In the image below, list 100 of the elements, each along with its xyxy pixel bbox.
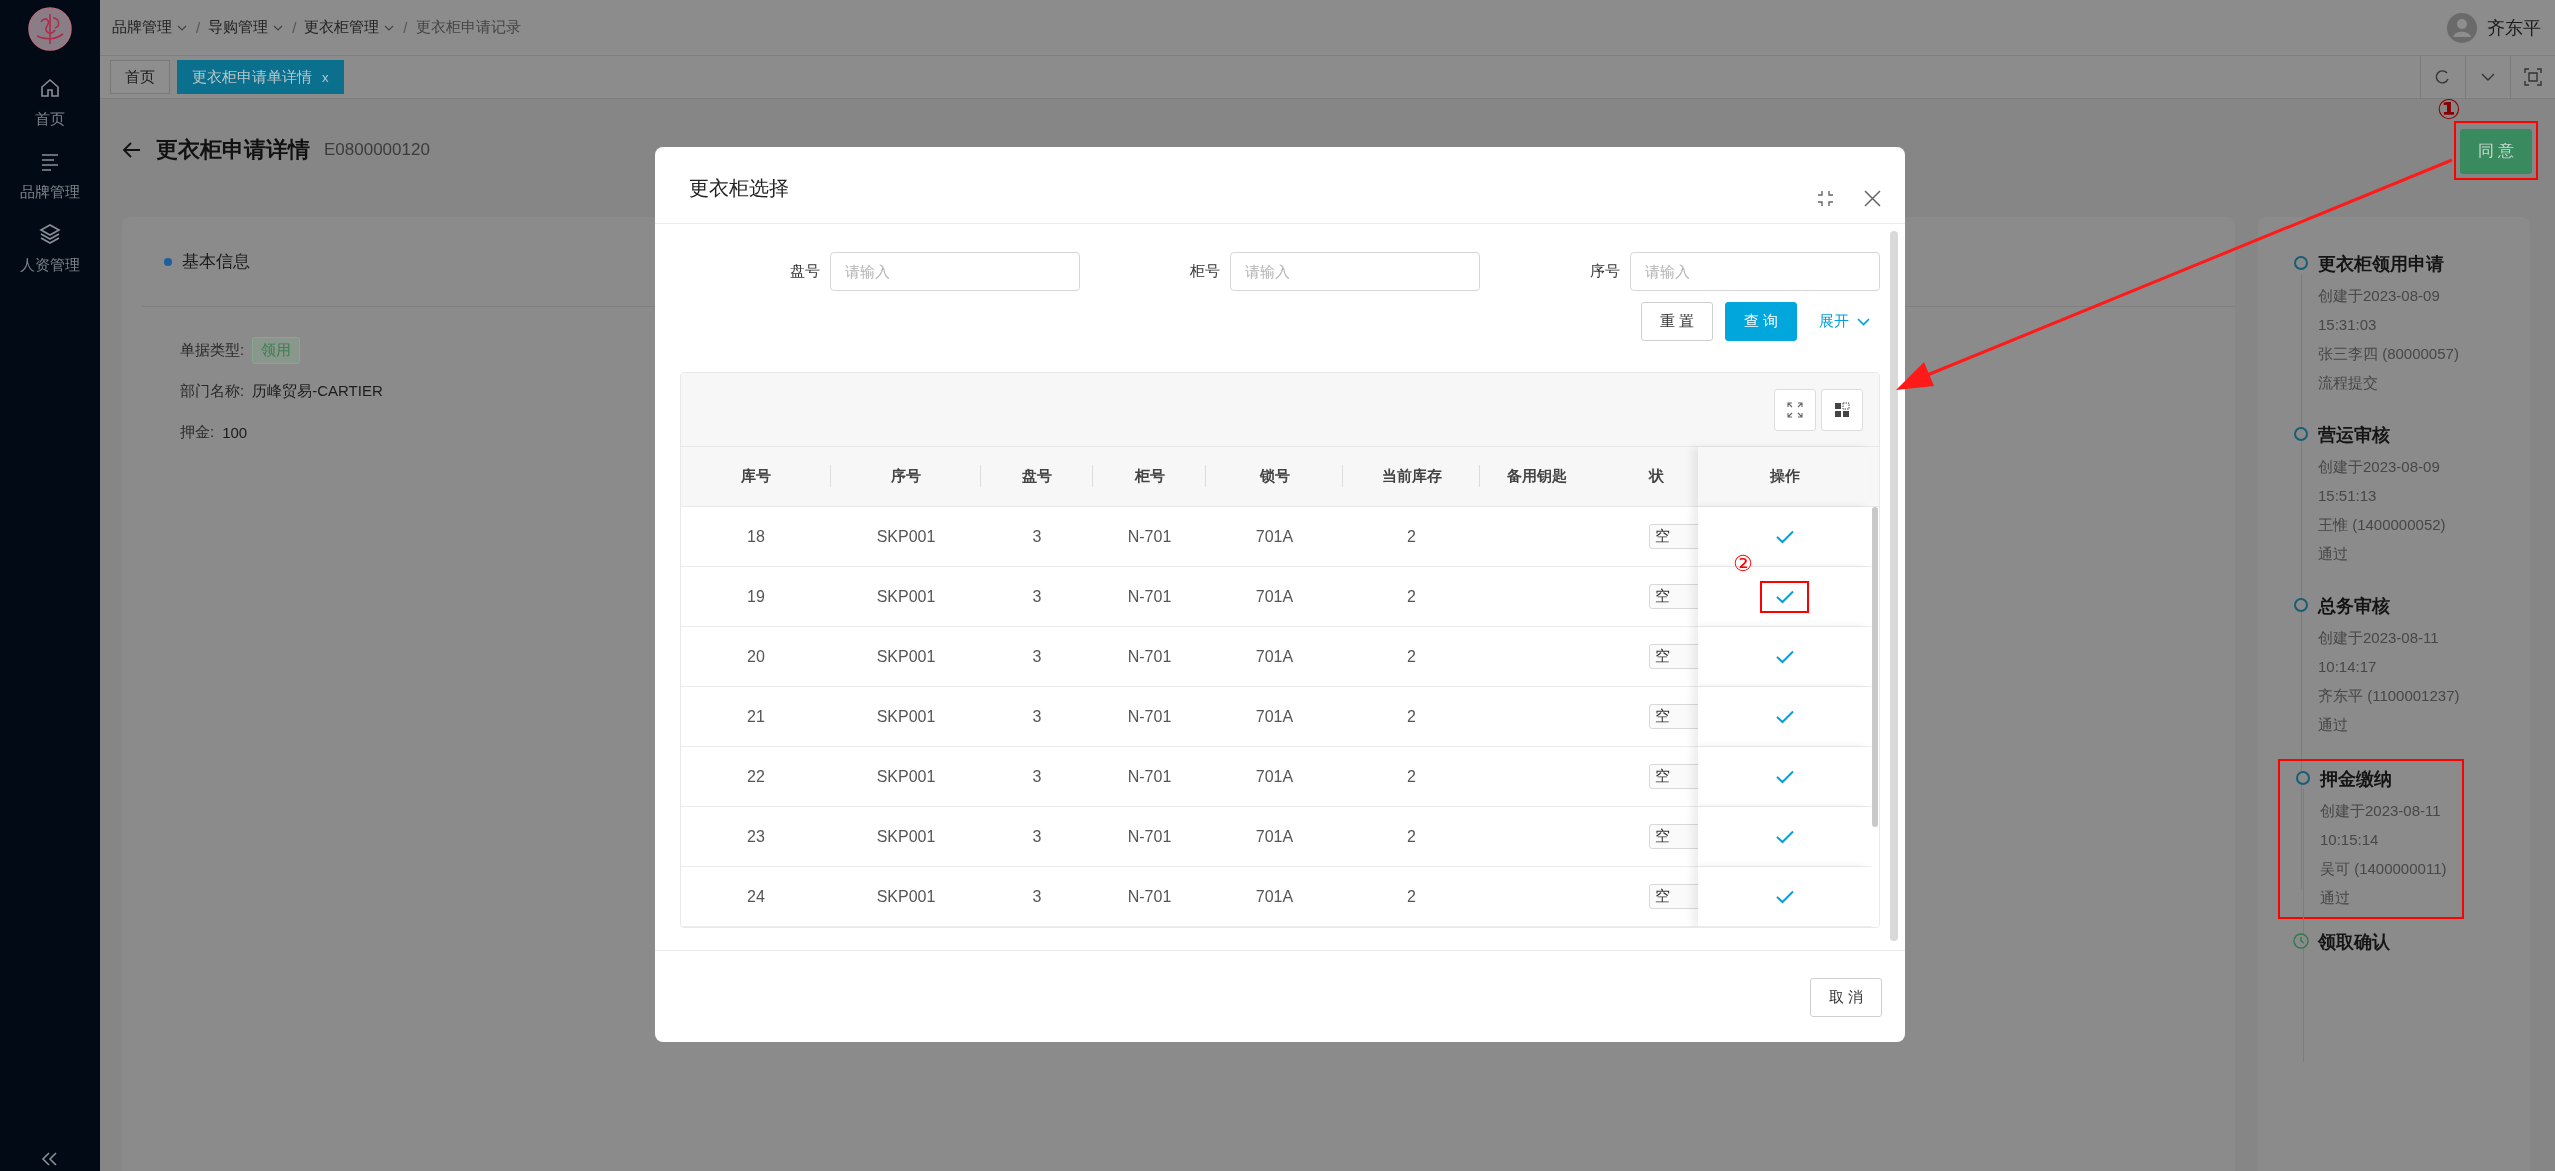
input-field[interactable]: 请输入 bbox=[1630, 252, 1880, 291]
field-label: 押金: bbox=[180, 423, 215, 442]
input-field[interactable]: 请输入 bbox=[830, 252, 1080, 291]
double-chevron-icon[interactable] bbox=[40, 1151, 60, 1167]
table-cell: 24 bbox=[747, 887, 765, 906]
back-arrow-icon[interactable] bbox=[122, 139, 142, 160]
scrollbar[interactable] bbox=[1872, 507, 1878, 827]
step-detail: 10:14:17 bbox=[2318, 657, 2378, 677]
check-icon bbox=[1775, 709, 1794, 724]
check-icon bbox=[1775, 829, 1794, 844]
table-cell: N-701 bbox=[1127, 887, 1172, 906]
step-title: 营运审核 bbox=[2318, 424, 2391, 447]
column-settings-button[interactable] bbox=[1821, 388, 1863, 431]
filter-label: 柜号 bbox=[1189, 262, 1220, 281]
table-cell: 18 bbox=[747, 527, 765, 546]
table-cell: 2 bbox=[1407, 647, 1416, 666]
table-cell: 3 bbox=[1032, 887, 1042, 906]
step-title: 总务审核 bbox=[2318, 595, 2391, 618]
status-tag: 空 bbox=[1649, 824, 1698, 849]
check-icon bbox=[1775, 889, 1794, 904]
step-detail: 通过 bbox=[2320, 888, 2351, 908]
tab-close[interactable]: x bbox=[322, 69, 329, 85]
breadcrumb-separator: / bbox=[196, 19, 201, 36]
table-cell: SKP001 bbox=[876, 647, 936, 666]
field-label: 部门名称: bbox=[180, 382, 245, 401]
sidebar-item[interactable]: 首页 bbox=[0, 66, 100, 139]
page-tab[interactable]: 更衣柜申请单详情 x bbox=[177, 60, 344, 94]
sidebar-item[interactable]: 人资管理 bbox=[0, 212, 100, 285]
breadcrumb-item[interactable]: 更衣柜管理 bbox=[304, 18, 380, 37]
input-field[interactable]: 请输入 bbox=[1230, 252, 1480, 291]
status-tag: 空 bbox=[1649, 884, 1698, 909]
table-cell: 3 bbox=[1032, 767, 1042, 786]
field-value: 历峰贸易-CARTIER bbox=[252, 382, 383, 401]
table-cell: 2 bbox=[1407, 527, 1416, 546]
search-button[interactable]: 查 询 bbox=[1724, 302, 1797, 341]
fullscreen-button[interactable] bbox=[1774, 388, 1816, 431]
table-cell: 2 bbox=[1407, 827, 1416, 846]
table-cell: 3 bbox=[1032, 587, 1042, 606]
home-icon bbox=[38, 76, 62, 100]
column-header: 操作 bbox=[1769, 467, 1800, 486]
table-cell: 701A bbox=[1255, 527, 1294, 546]
table-cell: 2 bbox=[1407, 767, 1416, 786]
page-title: 更衣柜申请详情 bbox=[156, 135, 310, 164]
step-detail: 通过 bbox=[2318, 715, 2349, 735]
layers-icon bbox=[38, 222, 62, 246]
step-detail: 张三李四 (80000057) bbox=[2318, 344, 2460, 364]
type-tag: 领用 bbox=[252, 337, 301, 364]
filter-label: 盘号 bbox=[789, 262, 820, 281]
breadcrumb-separator: / bbox=[403, 19, 408, 36]
step-detail: 15:51:13 bbox=[2318, 486, 2378, 506]
breadcrumb-item[interactable]: 导购管理 bbox=[208, 18, 269, 37]
step-detail: 吴可 (1400000011) bbox=[2320, 859, 2448, 879]
avatar-icon[interactable] bbox=[2447, 12, 2477, 43]
table-cell: SKP001 bbox=[876, 827, 936, 846]
status-tag: 空 bbox=[1649, 764, 1698, 789]
table-cell: SKP001 bbox=[876, 767, 936, 786]
step-detail: 创建于2023-08-11 bbox=[2320, 801, 2442, 821]
table-cell: 701A bbox=[1255, 827, 1294, 846]
section-title: 基本信息 bbox=[182, 251, 250, 273]
step-title: 领取确认 bbox=[2318, 931, 2391, 954]
chevron-down-icon[interactable] bbox=[1857, 315, 1870, 328]
table-cell: 3 bbox=[1032, 707, 1042, 726]
table-cell: SKP001 bbox=[876, 887, 936, 906]
annotation-number: ① bbox=[2437, 96, 2461, 124]
table-cell: SKP001 bbox=[876, 587, 936, 606]
page-tab[interactable]: 首页 bbox=[110, 60, 170, 94]
expand-link[interactable]: 展开 bbox=[1819, 312, 1849, 331]
expand-icon bbox=[1787, 401, 1803, 418]
scrollbar[interactable] bbox=[1890, 231, 1898, 941]
step-detail: 创建于2023-08-11 bbox=[2318, 628, 2440, 648]
cancel-button[interactable]: 取 消 bbox=[1809, 978, 1882, 1017]
approve-button[interactable]: 同 意 bbox=[2460, 129, 2532, 174]
status-tag: 空 bbox=[1649, 584, 1698, 609]
table-cell: N-701 bbox=[1127, 767, 1172, 786]
fullscreen-icon[interactable] bbox=[2524, 68, 2542, 86]
annotation-number: ② bbox=[1733, 553, 1753, 575]
table-cell: 22 bbox=[747, 767, 765, 786]
select-button[interactable] bbox=[1762, 582, 1807, 611]
breadcrumb-item[interactable]: 更衣柜申请记录 bbox=[415, 18, 521, 37]
table-cell: 21 bbox=[747, 707, 765, 726]
reset-button[interactable]: 重 置 bbox=[1640, 302, 1713, 341]
step-title: 更衣柜领用申请 bbox=[2318, 253, 2445, 276]
dialog-title: 更衣柜选择 bbox=[689, 176, 789, 201]
table-cell: 701A bbox=[1255, 707, 1294, 726]
step-detail: 流程提交 bbox=[2318, 373, 2379, 393]
column-header: 备用钥匙 bbox=[1506, 467, 1567, 486]
step-detail: 齐东平 (1100001237) bbox=[2318, 686, 2461, 706]
field-label: 单据类型: bbox=[180, 341, 245, 360]
breadcrumb-item[interactable]: 品牌管理 bbox=[112, 18, 172, 37]
sidebar-item[interactable]: 品牌管理 bbox=[0, 139, 100, 212]
filter-label: 序号 bbox=[1589, 262, 1620, 281]
step-detail: 通过 bbox=[2318, 544, 2349, 564]
step-title: 押金缴纳 bbox=[2320, 768, 2393, 791]
user-name[interactable]: 齐东平 bbox=[2487, 15, 2541, 40]
step-detail: 15:31:03 bbox=[2318, 315, 2378, 335]
fullscreen-icon[interactable] bbox=[1817, 189, 1834, 207]
column-header: 序号 bbox=[891, 467, 921, 486]
close-icon[interactable] bbox=[1864, 189, 1881, 207]
status-tag: 空 bbox=[1649, 524, 1698, 549]
check-icon bbox=[1775, 769, 1794, 784]
